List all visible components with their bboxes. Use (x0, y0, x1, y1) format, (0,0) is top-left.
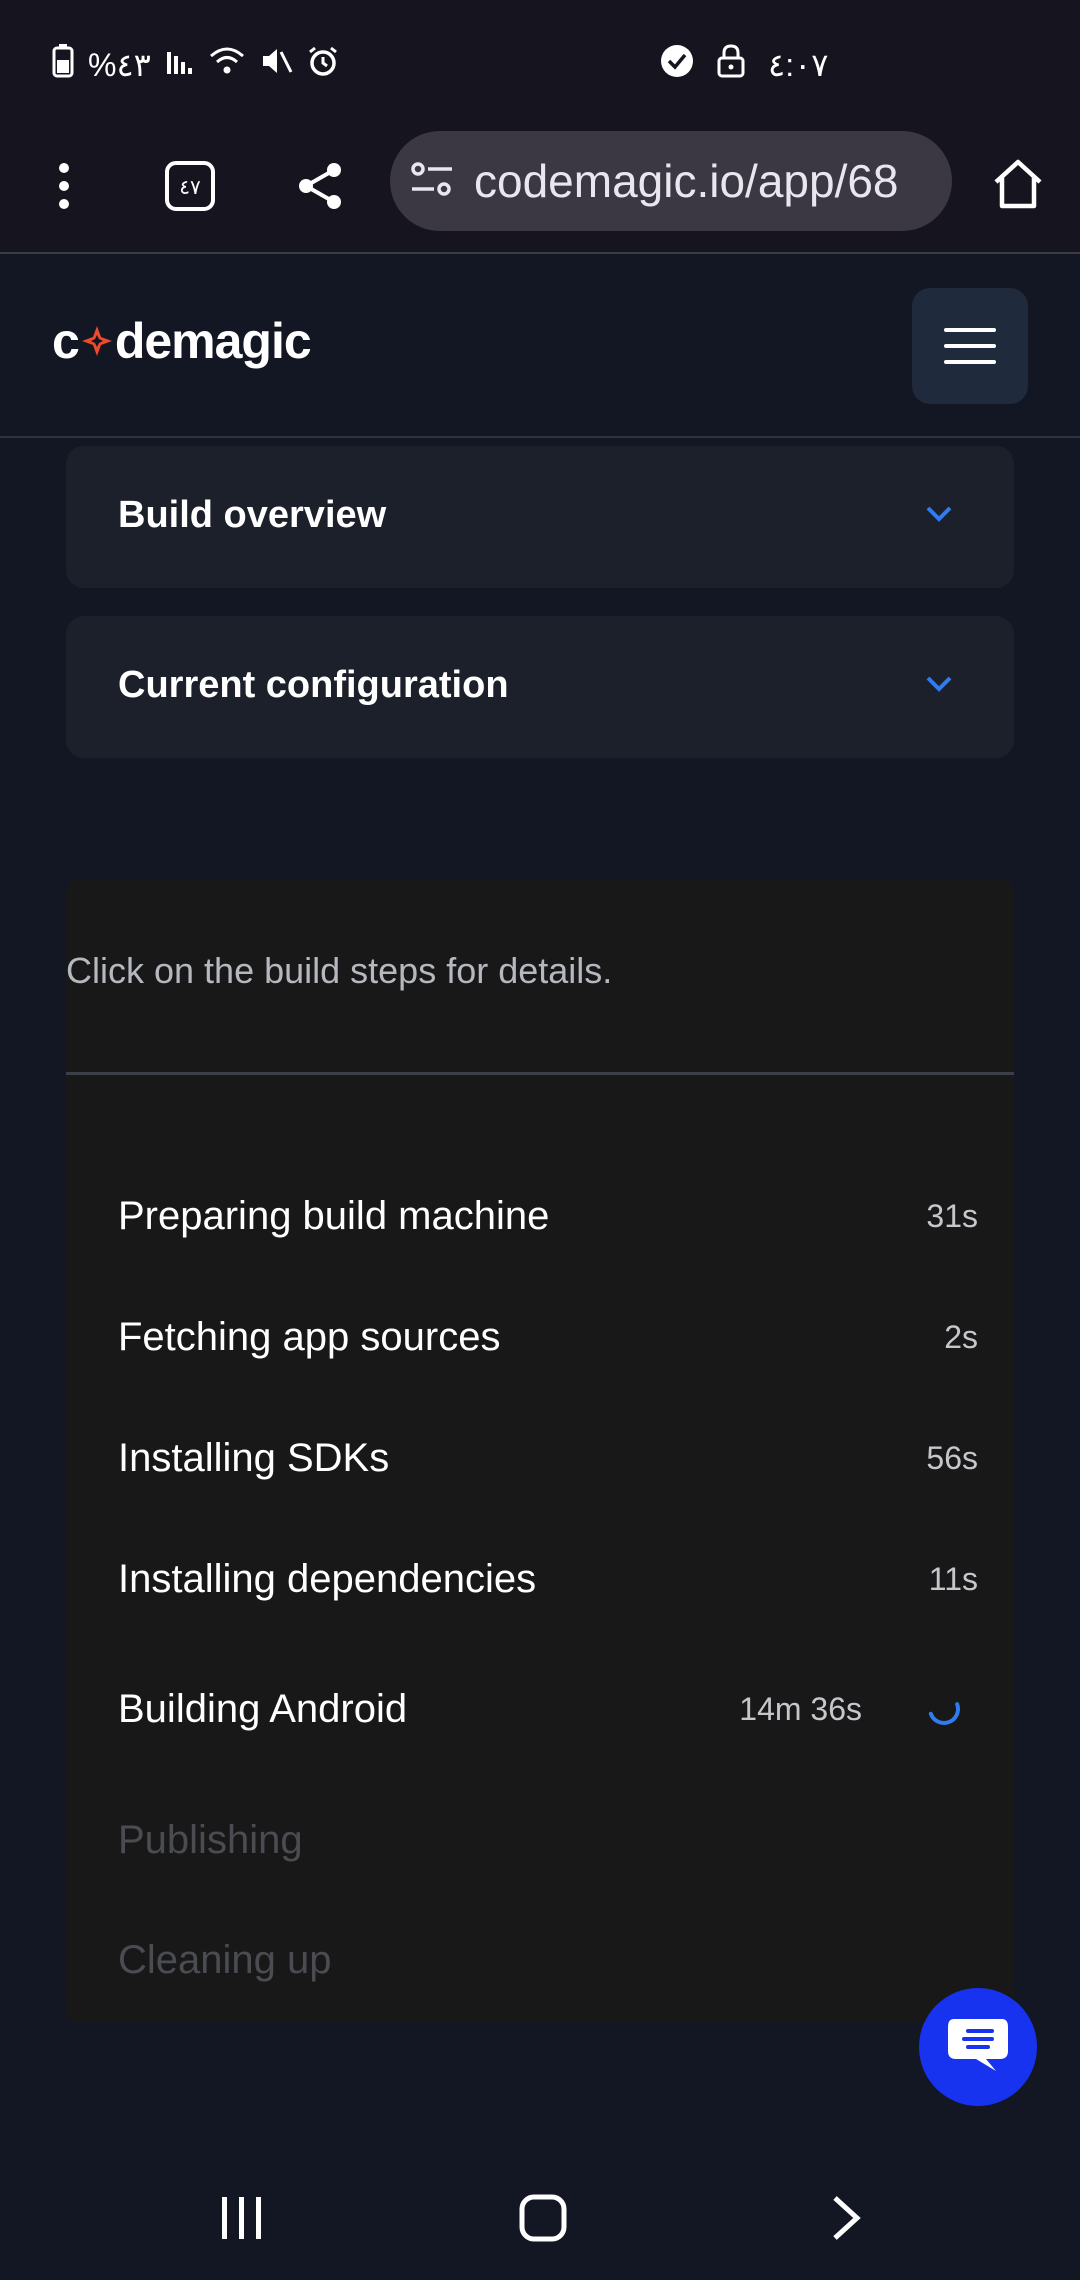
share-icon[interactable] (282, 148, 358, 224)
system-nav-bar (0, 2148, 1080, 2280)
chevron-down-icon[interactable] (924, 504, 954, 529)
divider (66, 1072, 1014, 1075)
step-label: Preparing build machine (118, 1193, 550, 1238)
url-text: codemagic.io/app/68 (474, 155, 899, 207)
lock-icon (716, 44, 746, 86)
step-preparing-build-machine[interactable]: Preparing build machine 31s (118, 1176, 978, 1256)
spinner-icon (924, 1689, 964, 1734)
recents-icon[interactable] (202, 2178, 282, 2258)
menu-icon[interactable] (912, 288, 1028, 404)
step-duration: 14m 36s (739, 1690, 862, 1727)
step-label: Publishing (118, 1817, 303, 1862)
status-left: %٤٣ (52, 44, 339, 86)
wifi-icon (209, 46, 245, 84)
codemagic-logo[interactable]: c demagic (52, 312, 312, 370)
url-bar[interactable]: codemagic.io/app/68 (390, 131, 952, 231)
step-duration: 11s (928, 1560, 978, 1597)
mute-icon (259, 46, 293, 84)
step-installing-dependencies[interactable]: Installing dependencies 11s (118, 1539, 978, 1619)
build-overview-title: Build overview (118, 494, 387, 536)
alarm-icon (307, 45, 339, 85)
check-circle-icon (660, 44, 694, 86)
current-configuration-title: Current configuration (118, 664, 509, 706)
site-settings-icon[interactable] (410, 161, 454, 202)
step-label: Fetching app sources (118, 1314, 501, 1359)
chat-button[interactable] (919, 1988, 1037, 2106)
back-icon[interactable] (806, 2178, 886, 2258)
home-icon[interactable] (980, 146, 1056, 222)
signal-icon (165, 46, 195, 84)
step-publishing[interactable]: Publishing (118, 1800, 978, 1880)
status-bar: %٤٣ ٤:٠٧ (0, 0, 1080, 120)
step-duration: 31s (926, 1197, 978, 1234)
svg-text:٤٧: ٤٧ (179, 175, 201, 199)
more-vert-icon[interactable] (26, 148, 102, 224)
step-label: Building Android (118, 1686, 408, 1731)
logo-text-end: demagic (114, 313, 312, 369)
build-steps-panel: Click on the build steps for details. Pr… (66, 880, 1014, 2022)
step-building-android[interactable]: Building Android 14m 36s (118, 1669, 978, 1749)
build-overview-card[interactable]: Build overview (66, 446, 1014, 588)
clock: ٤:٠٧ (768, 47, 829, 83)
step-duration: 2s (944, 1318, 978, 1355)
step-duration: 56s (926, 1439, 978, 1476)
step-cleaning-up[interactable]: Cleaning up (118, 1920, 978, 2000)
logo-text-start: c (52, 313, 80, 369)
step-installing-sdks[interactable]: Installing SDKs 56s (118, 1418, 978, 1498)
home-nav-icon[interactable] (503, 2178, 583, 2258)
step-fetching-app-sources[interactable]: Fetching app sources 2s (118, 1297, 978, 1377)
tab-switcher-icon[interactable]: ٤٧ (152, 148, 228, 224)
status-center: ٤:٠٧ (660, 44, 828, 86)
chat-icon (946, 2015, 1010, 2080)
logo-star-icon (81, 326, 112, 356)
battery-percent: %٤٣ (88, 47, 151, 83)
step-label: Installing dependencies (118, 1556, 537, 1601)
current-configuration-card[interactable]: Current configuration (66, 616, 1014, 758)
step-label: Cleaning up (118, 1937, 332, 1982)
step-label: Installing SDKs (118, 1435, 390, 1480)
site-header: c demagic (0, 256, 1080, 438)
build-steps-hint: Click on the build steps for details. (66, 950, 613, 991)
chevron-down-icon[interactable] (924, 674, 954, 699)
battery-icon (52, 44, 74, 86)
